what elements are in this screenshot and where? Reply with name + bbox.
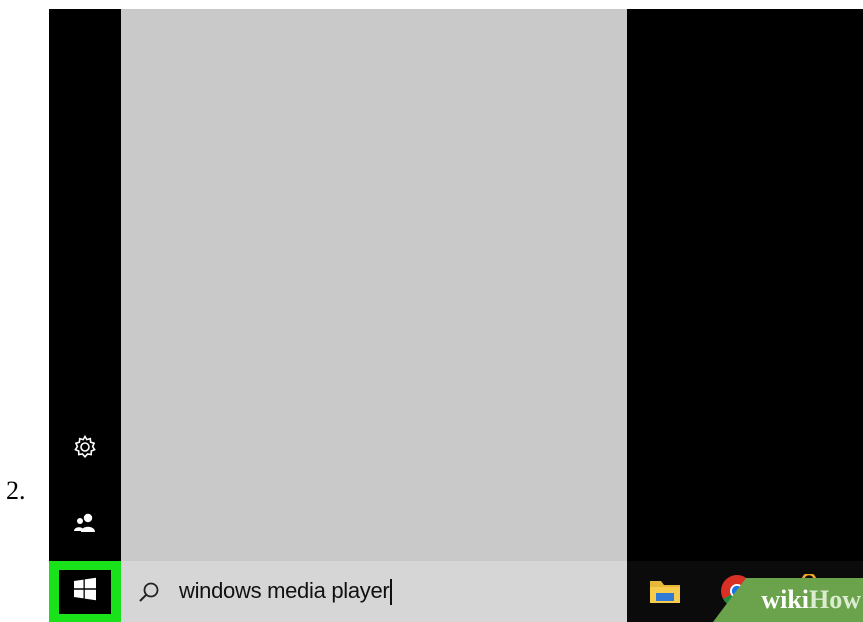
windows-logo-icon (73, 577, 97, 606)
taskbar: windows media player wiki How (49, 561, 863, 622)
watermark-how: How (809, 585, 861, 614)
search-box[interactable]: windows media player (121, 561, 627, 622)
start-button[interactable] (49, 561, 121, 622)
search-input[interactable]: windows media player (179, 577, 393, 606)
text-caret (390, 579, 393, 606)
desktop-area (627, 9, 863, 561)
windows-screen: windows media player wiki How (49, 9, 863, 622)
step-number: 2. (6, 476, 26, 505)
gear-icon[interactable] (71, 433, 99, 461)
start-menu-panel (121, 9, 627, 561)
start-button-inner (59, 569, 111, 614)
start-menu-rail (49, 9, 121, 561)
file-explorer-icon[interactable] (645, 571, 685, 611)
watermark-wiki: wiki (761, 585, 809, 614)
search-icon (137, 580, 161, 604)
user-icon[interactable] (71, 509, 99, 537)
search-input-value: windows media player (179, 577, 390, 603)
